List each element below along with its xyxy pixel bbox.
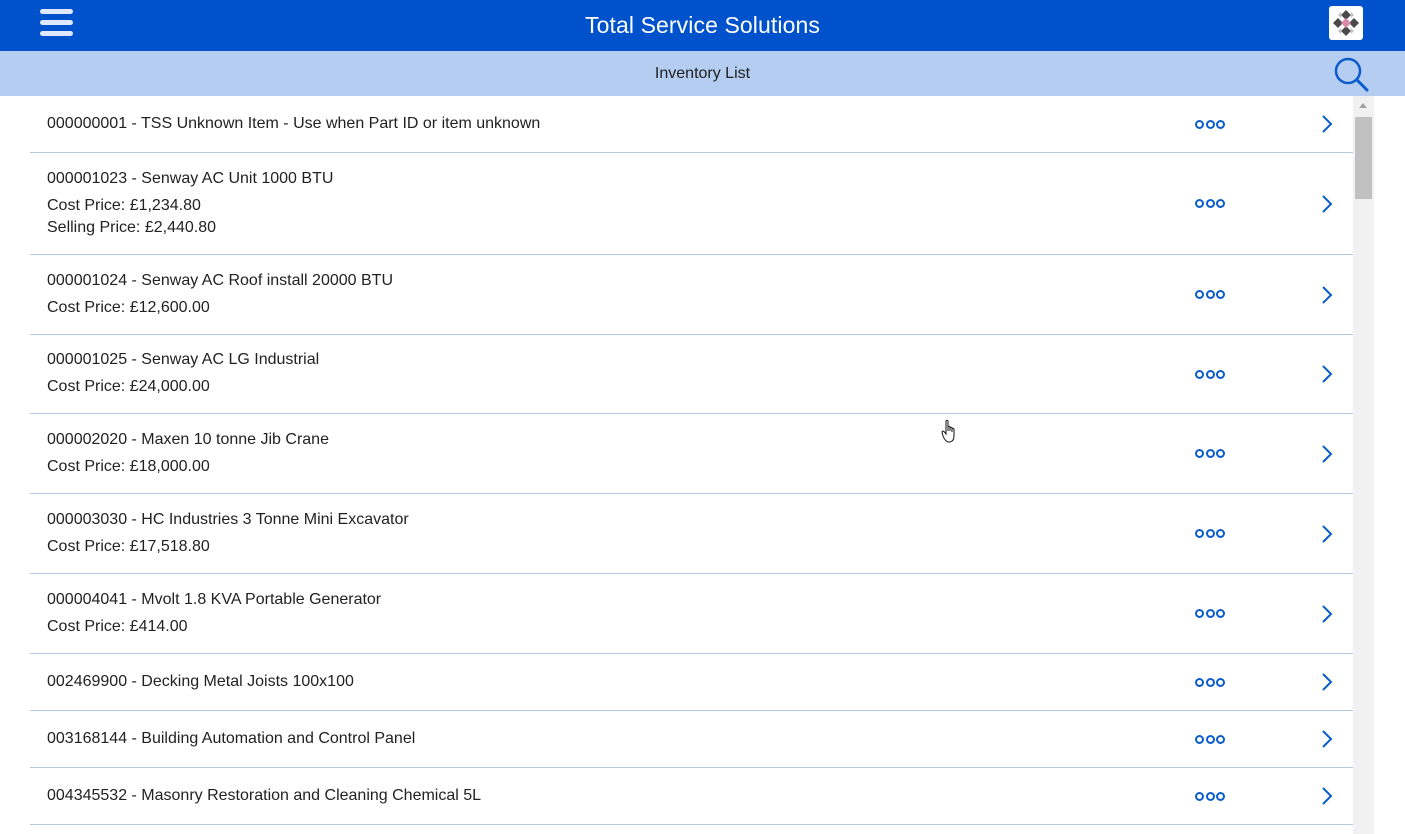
item-cost-price: Cost Price: £414.00	[47, 617, 188, 635]
chevron-right-icon[interactable]	[1320, 285, 1334, 305]
list-item-text: 000002020 - Maxen 10 tonne Jib Crane Cost…	[30, 430, 1353, 478]
chevron-right-icon[interactable]	[1320, 524, 1334, 544]
page-title: Inventory List	[654, 64, 751, 82]
top-app-bar: Total Service Solutions	[0, 0, 1405, 51]
item-cost-price: Cost Price: £12,600.00	[47, 298, 210, 316]
scroll-up-arrow-icon[interactable]	[1359, 103, 1367, 108]
app-logo-icon[interactable]	[1329, 6, 1363, 40]
list-item-text: 000001025 - Senway AC LG Industrial Cost …	[30, 350, 1353, 398]
subheader-bar: Inventory List	[0, 51, 1405, 96]
more-options-icon[interactable]	[1195, 528, 1225, 540]
item-title: 000001025 - Senway AC LG Industrial	[47, 351, 320, 368]
more-options-icon[interactable]	[1195, 289, 1225, 301]
list-item[interactable]: 003168144 - Building Automation and Cont…	[30, 711, 1353, 768]
list-item-text: 000004041 - Mvolt 1.8 KVA Portable Gener…	[30, 590, 1353, 638]
item-selling-price: Selling Price: £2,440.80	[47, 218, 216, 236]
chevron-right-icon[interactable]	[1320, 194, 1334, 214]
scrollbar[interactable]	[1353, 96, 1374, 834]
list-item[interactable]: 000001025 - Senway AC LG Industrial Cost …	[30, 335, 1353, 414]
list-item-text: 000001024 - Senway AC Roof install 20000…	[30, 271, 1353, 319]
list-item-text: 002469900 - Decking Metal Joists 100x100	[30, 672, 1353, 692]
list-item-text: 000001023 - Senway AC Unit 1000 BTU Cost …	[30, 169, 1353, 239]
item-title: 000002020 - Maxen 10 tonne Jib Crane	[47, 430, 329, 448]
item-title: 000001023 - Senway AC Unit 1000 BTU	[47, 169, 334, 187]
more-options-icon[interactable]	[1195, 790, 1225, 802]
list-item[interactable]: 004345532 - Masonry Restoration and Clea…	[30, 768, 1353, 825]
list-item-text: 004345532 - Masonry Restoration and Clea…	[30, 786, 1353, 806]
more-options-icon[interactable]	[1195, 448, 1225, 460]
chevron-right-icon[interactable]	[1320, 444, 1334, 464]
more-options-icon[interactable]	[1195, 676, 1225, 688]
chevron-right-icon[interactable]	[1320, 114, 1334, 134]
search-icon[interactable]	[1331, 54, 1371, 94]
item-cost-price: Cost Price: £24,000.00	[47, 378, 210, 395]
list-item[interactable]: 000001023 - Senway AC Unit 1000 BTU Cost …	[30, 153, 1353, 255]
more-options-icon[interactable]	[1195, 198, 1225, 210]
more-options-icon[interactable]	[1195, 118, 1225, 130]
item-title: 002469900 - Decking Metal Joists 100x100	[47, 673, 354, 690]
list-item-text: 000000001 - TSS Unknown Item - Use when …	[30, 114, 1353, 134]
chevron-right-icon[interactable]	[1320, 604, 1334, 624]
scrollbar-thumb[interactable]	[1355, 117, 1372, 199]
item-title: 000001024 - Senway AC Roof install 20000…	[47, 271, 393, 289]
chevron-right-icon[interactable]	[1320, 786, 1334, 806]
more-options-icon[interactable]	[1195, 608, 1225, 620]
item-title: 004345532 - Masonry Restoration and Clea…	[47, 787, 482, 804]
list-item[interactable]: 000004041 - Mvolt 1.8 KVA Portable Gener…	[30, 574, 1353, 654]
chevron-right-icon[interactable]	[1320, 729, 1334, 749]
item-cost-price: Cost Price: £18,000.00	[47, 457, 210, 475]
chevron-right-icon[interactable]	[1320, 672, 1334, 692]
item-title: 003168144 - Building Automation and Cont…	[47, 730, 416, 747]
list-item-text: 000003030 - HC Industries 3 Tonne Mini E…	[30, 510, 1353, 558]
list-item-text: 003168144 - Building Automation and Cont…	[30, 729, 1353, 749]
inventory-list: 000000001 - TSS Unknown Item - Use when …	[30, 96, 1353, 834]
list-item[interactable]: 000000001 - TSS Unknown Item - Use when …	[30, 96, 1353, 153]
app-title: Total Service Solutions	[585, 12, 820, 38]
list-item[interactable]: 000003030 - HC Industries 3 Tonne Mini E…	[30, 494, 1353, 574]
item-title: 000003030 - HC Industries 3 Tonne Mini E…	[47, 510, 409, 528]
item-cost-price: Cost Price: £1,234.80	[47, 196, 201, 214]
item-title: 000000001 - TSS Unknown Item - Use when …	[47, 115, 541, 132]
list-item[interactable]: 000001024 - Senway AC Roof install 20000…	[30, 255, 1353, 335]
chevron-right-icon[interactable]	[1320, 364, 1334, 384]
hand-cursor-icon	[941, 419, 959, 445]
hamburger-menu-icon[interactable]	[40, 8, 73, 38]
list-item[interactable]: 000002020 - Maxen 10 tonne Jib Crane Cost…	[30, 414, 1353, 494]
item-title: 000004041 - Mvolt 1.8 KVA Portable Gener…	[47, 590, 382, 608]
more-options-icon[interactable]	[1195, 733, 1225, 745]
more-options-icon[interactable]	[1195, 368, 1225, 380]
list-item[interactable]: 002469900 - Decking Metal Joists 100x100	[30, 654, 1353, 711]
item-cost-price: Cost Price: £17,518.80	[47, 537, 210, 555]
